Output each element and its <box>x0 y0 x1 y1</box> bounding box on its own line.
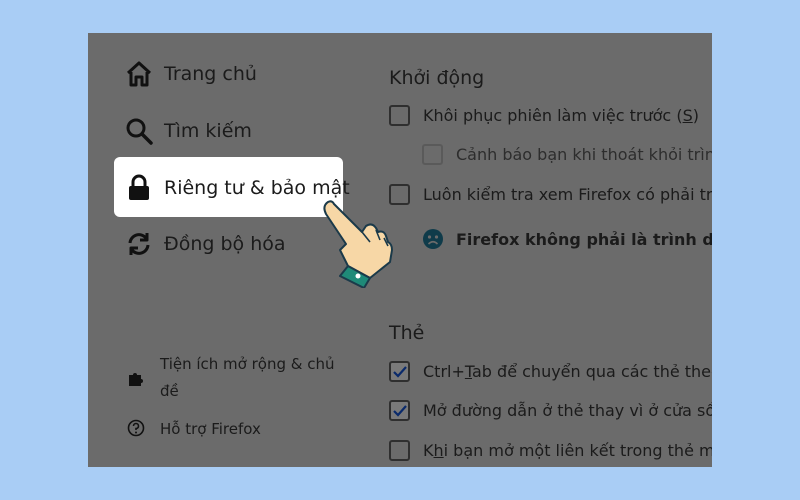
checkmark-icon <box>392 365 407 378</box>
switch-new-tab-label: Khi bạn mở một liên kết trong thẻ mớ <box>423 441 712 460</box>
startup-heading: Khởi động <box>389 67 485 89</box>
puzzle-icon <box>126 351 146 405</box>
warn-on-quit-checkbox <box>422 144 443 165</box>
check-default-browser-option[interactable]: Luôn kiểm tra xem Firefox có phải trìn <box>389 184 712 205</box>
warn-on-quit-label: Cảnh báo bạn khi thoát khỏi trình <box>456 145 712 164</box>
sidebar-item-label: Tìm kiếm <box>164 120 252 142</box>
open-links-label: Mở đường dẫn ở thẻ thay vì ở cửa sổ <box>423 401 712 420</box>
warn-on-quit-option: Cảnh báo bạn khi thoát khỏi trình <box>422 144 712 165</box>
sidebar-item-firefox-support[interactable]: Hỗ trợ Firefox <box>126 416 261 443</box>
check-default-label: Luôn kiểm tra xem Firefox có phải trìn <box>423 185 712 204</box>
lock-icon <box>124 173 154 203</box>
restore-session-label: Khôi phục phiên làm việc trước (S) <box>423 106 699 125</box>
sidebar-item-label: Đồng bộ hóa <box>164 233 286 255</box>
home-icon <box>124 59 154 89</box>
open-links-checkbox[interactable] <box>389 400 410 421</box>
help-icon <box>126 416 146 443</box>
restore-session-option[interactable]: Khôi phục phiên làm việc trước (S) <box>389 105 699 126</box>
sidebar-item-privacy-security[interactable]: Riêng tư & bảo mật <box>124 173 350 203</box>
sad-face-icon <box>422 228 444 250</box>
switch-new-tab-checkbox[interactable] <box>389 440 410 461</box>
sidebar-item-label-cont: đề <box>160 382 179 400</box>
checkmark-icon <box>392 404 407 417</box>
sidebar-item-search[interactable]: Tìm kiếm <box>124 116 252 146</box>
ctrl-tab-checkbox[interactable] <box>389 361 410 382</box>
ctrl-tab-label: Ctrl+Tab để chuyển qua các thẻ theo <box>423 362 712 381</box>
firefox-settings-panel: Trang chủ Tìm kiếm Riêng tư & bảo mật Đồ… <box>88 33 712 467</box>
sidebar-item-extensions-themes[interactable]: Tiện ích mở rộng & chủ đề <box>126 351 335 405</box>
pointing-hand-icon <box>323 200 393 288</box>
restore-session-checkbox[interactable] <box>389 105 410 126</box>
open-links-in-tabs-option[interactable]: Mở đường dẫn ở thẻ thay vì ở cửa sổ <box>389 400 712 421</box>
not-default-notice: Firefox không phải là trình duyệ <box>422 228 712 250</box>
sidebar-item-label: Trang chủ <box>164 63 257 85</box>
sidebar-item-sync[interactable]: Đồng bộ hóa <box>124 229 286 259</box>
switch-to-new-tab-option[interactable]: Khi bạn mở một liên kết trong thẻ mớ <box>389 440 712 461</box>
sidebar-item-label: Tiện ích mở rộng & chủ <box>160 355 335 373</box>
tabs-heading: Thẻ <box>389 322 425 344</box>
sync-icon <box>124 229 154 259</box>
search-icon <box>124 116 154 146</box>
sidebar-item-label: Hỗ trợ Firefox <box>160 420 261 438</box>
not-default-label: Firefox không phải là trình duyệ <box>456 229 712 249</box>
ctrl-tab-option[interactable]: Ctrl+Tab để chuyển qua các thẻ theo <box>389 361 712 382</box>
sidebar-item-home[interactable]: Trang chủ <box>124 59 257 89</box>
